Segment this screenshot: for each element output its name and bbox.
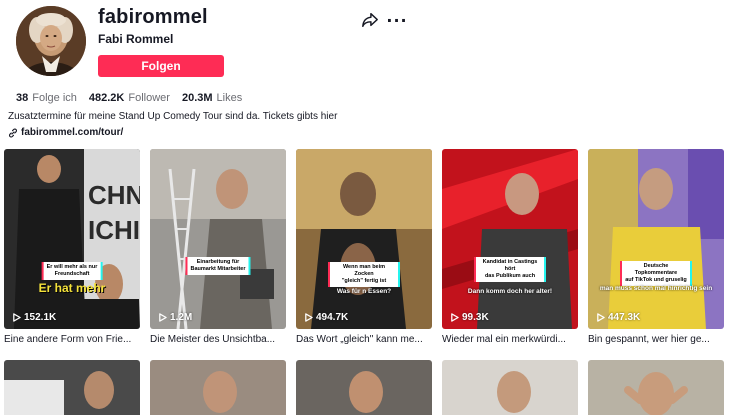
play-icon — [13, 313, 21, 322]
stat-value: 38 — [16, 92, 29, 104]
view-count-text: 1.2M — [170, 312, 193, 323]
video-thumbnail[interactable] — [442, 360, 578, 415]
profile-bio: Zusatztermine für meine Stand Up Comedy … — [8, 111, 338, 122]
svg-text:CHN: CHN — [88, 180, 140, 210]
video-caption: Einarbeitung für Baumarkt Mitarbeiter — [187, 257, 249, 275]
stat-label: Likes — [216, 92, 243, 104]
nickname: Fabi Rommel — [98, 32, 174, 46]
profile-link-text: fabirommel.com/tour/ — [21, 127, 124, 138]
stat-value: 482.2K — [88, 92, 125, 104]
view-count-text: 99.3K — [462, 312, 489, 323]
view-count: 494.7K — [304, 312, 348, 323]
video-caption: Er will mehr als nur Freundschaft — [43, 262, 101, 280]
view-count-text: 494.7K — [316, 312, 349, 323]
stat-followers[interactable]: 482.2K Follower — [89, 92, 170, 104]
video-thumbnail[interactable] — [296, 360, 432, 415]
video-title[interactable]: Das Wort „gleich" kann me... — [296, 334, 432, 348]
video-thumbnail[interactable]: Wenn man beim Zocken "gleich" fertig ist… — [296, 149, 432, 329]
video-title[interactable]: Eine andere Form von Frie... — [4, 334, 140, 348]
view-count: 1.2M — [158, 312, 192, 323]
view-count: 447.3K — [596, 312, 640, 323]
video-thumbnail[interactable]: Kandidat in Castings hört das Publikum a… — [442, 149, 578, 329]
video-title[interactable]: Wieder mal ein merkwürdi... — [442, 334, 578, 348]
stat-value: 20.3M — [181, 92, 213, 104]
view-count: 152.1K — [12, 312, 56, 323]
video-thumbnail[interactable] — [4, 360, 140, 415]
video-caption: Wenn man beim Zocken "gleich" fertig ist — [330, 262, 398, 287]
video-item[interactable] — [296, 348, 432, 415]
video-item[interactable] — [150, 348, 286, 415]
video-item[interactable]: Einarbeitung für Baumarkt Mitarbeiter 1.… — [150, 149, 286, 348]
video-item[interactable]: CHN ICHI Er will mehr als nur Freundscha… — [4, 149, 140, 348]
video-item[interactable] — [4, 348, 140, 415]
video-thumbnail[interactable] — [150, 360, 286, 415]
play-icon — [305, 313, 313, 322]
video-grid: CHN ICHI Er will mehr als nur Freundscha… — [4, 149, 726, 415]
video-title[interactable]: Die Meister des Unsichtba... — [150, 334, 286, 348]
video-thumbnail[interactable]: CHN ICHI Er will mehr als nur Freundscha… — [4, 149, 140, 329]
video-caption: Deutsche Topkommentare auf TikTok und gr… — [622, 261, 690, 286]
video-subtitle: Was für n Essen? — [336, 288, 392, 295]
stat-label: Follower — [128, 92, 170, 104]
video-subtitle: Dann komm doch her alter! — [467, 288, 553, 295]
stat-likes: 20.3M Likes — [182, 92, 242, 104]
stat-label: Folge ich — [32, 92, 77, 104]
profile-link[interactable]: fabirommel.com/tour/ — [8, 127, 123, 138]
video-subtitle: man muss schon mal hinrichtig sein — [599, 285, 713, 292]
svg-text:ICHI: ICHI — [88, 215, 140, 245]
video-thumbnail[interactable] — [588, 360, 724, 415]
video-caption: Kandidat in Castings hört das Publikum a… — [476, 257, 544, 282]
video-thumbnail[interactable]: Einarbeitung für Baumarkt Mitarbeiter 1.… — [150, 149, 286, 329]
play-icon — [159, 313, 167, 322]
view-count: 99.3K — [450, 312, 489, 323]
view-count-text: 152.1K — [24, 312, 57, 323]
view-count-text: 447.3K — [608, 312, 641, 323]
username: fabirommel — [98, 6, 208, 28]
follow-button[interactable]: Folgen — [98, 55, 224, 77]
stat-following[interactable]: 38 Folge ich — [16, 92, 77, 104]
play-icon — [597, 313, 605, 322]
avatar[interactable] — [16, 6, 86, 76]
share-icon — [362, 12, 378, 28]
video-item[interactable]: Deutsche Topkommentare auf TikTok und gr… — [588, 149, 724, 348]
share-button[interactable] — [360, 11, 380, 31]
video-subtitle: Er hat mehr — [38, 281, 106, 295]
more-options-button[interactable]: ··· — [386, 11, 408, 31]
video-item[interactable] — [588, 348, 724, 415]
video-item[interactable]: Wenn man beim Zocken "gleich" fertig ist… — [296, 149, 432, 348]
video-title[interactable]: Bin gespannt, wer hier ge... — [588, 334, 724, 348]
video-thumbnail[interactable]: Deutsche Topkommentare auf TikTok und gr… — [588, 149, 724, 329]
play-icon — [451, 313, 459, 322]
profile-stats: 38 Folge ich 482.2K Follower 20.3M Likes — [16, 92, 242, 104]
link-icon — [9, 128, 17, 137]
video-item[interactable]: Kandidat in Castings hört das Publikum a… — [442, 149, 578, 348]
video-item[interactable] — [442, 348, 578, 415]
